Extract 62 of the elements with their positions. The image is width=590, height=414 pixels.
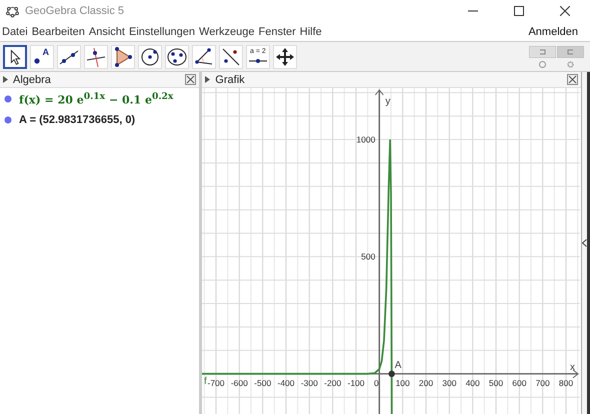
panel-title: Algebra [13,74,51,86]
menu-item[interactable]: Hilfe [300,26,322,38]
tick-label: 600 [512,378,527,388]
tick-label: 400 [466,378,480,388]
collapse-triangle-icon[interactable] [3,76,8,83]
close-icon[interactable] [185,74,196,85]
ellipse-through-points-icon [166,46,188,68]
function-curve[interactable] [202,138,393,414]
redo-icon[interactable] [557,46,584,58]
tick-label: 1000 [356,134,376,145]
menu-item[interactable]: Bearbeiten [32,26,85,38]
tool-button[interactable]: A [30,44,54,68]
tick-label: 300 [442,378,457,388]
tick-label: -600 [231,378,248,388]
tick-label: 800 [559,378,574,388]
curve-label: f [204,376,208,387]
tick-label: 500 [361,252,376,262]
tick-label: -400 [278,378,295,388]
graph-canvas[interactable]: x y -700 -600 -500 -400 -300 -200 -100 0 100 200 300 400 500 600 700 800 500 1000 f A [202,88,580,414]
tick-label: -200 [324,378,342,388]
menu-item[interactable]: Einstellungen [128,26,196,38]
menu-item[interactable]: Werkzeuge [199,26,254,38]
crossing-lines-icon [85,46,107,68]
settings-icon[interactable] [567,60,574,68]
point-label: A [395,360,402,371]
axis-label: y [386,96,391,107]
tick-label: -100 [348,378,365,388]
collapse-triangle-icon[interactable] [205,76,210,83]
point-marker[interactable] [388,370,396,378]
four-way-arrow-icon [274,46,296,68]
tick-label: -500 [254,378,272,388]
sign-in-link[interactable]: Anmelden [528,26,578,38]
tick-label: -700 [208,378,225,388]
maximize-icon[interactable] [514,6,524,16]
function-definition[interactable]: f(x) = 20 e$^{0.1x}$ − 0.1 e$^{0.2x}$ [19,90,174,106]
angle-icon [193,46,215,68]
tick-label: 700 [536,378,550,388]
menu-item[interactable]: Fenster [258,26,296,38]
line-and-points-icon [220,46,242,68]
tick-label: 100 [396,378,410,388]
visibility-dot-icon[interactable] [4,116,12,124]
triangle-icon [112,46,134,68]
tick-label: 200 [419,378,434,388]
axis-label: x [570,362,576,373]
visibility-dot-icon[interactable] [4,94,12,102]
circle-with-center-icon [139,46,161,68]
panel-title: Grafik [215,74,245,86]
undo-icon[interactable] [529,46,556,58]
tick-label: 0 [374,378,379,388]
menu-item[interactable]: Datei [2,26,28,38]
app-logo-icon [6,4,19,18]
close-icon[interactable] [560,6,570,16]
point-definition[interactable]: A = (52.9831736655, 0) [19,114,136,126]
slider-icon [248,58,268,64]
tool-button[interactable] [3,44,27,68]
tick-label: 500 [489,378,504,388]
window-title: GeoGebra Classic 5 [25,5,124,17]
tick-label: -300 [301,378,318,388]
menu-item[interactable]: Ansicht [88,26,125,38]
point-icon [33,56,41,64]
close-icon[interactable] [567,74,578,85]
help-icon[interactable] [539,60,546,68]
